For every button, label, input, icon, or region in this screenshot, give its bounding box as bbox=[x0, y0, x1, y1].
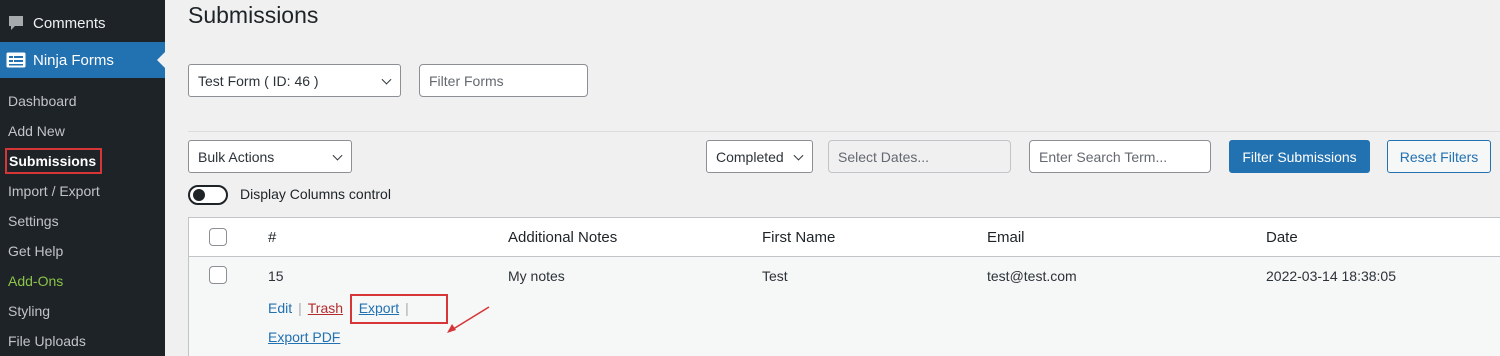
chevron-down-icon bbox=[793, 150, 804, 161]
filter-forms-placeholder: Filter Forms bbox=[429, 72, 504, 89]
ninja-forms-icon bbox=[5, 50, 27, 70]
column-header-id[interactable]: # bbox=[268, 229, 276, 246]
submenu-label: Styling bbox=[8, 303, 51, 319]
submenu-label: Add New bbox=[8, 123, 65, 139]
main-content: Submissions Test Form ( ID: 46 ) Filter … bbox=[165, 0, 1500, 356]
submenu-item-dashboard[interactable]: Dashboard bbox=[0, 86, 165, 116]
separator: | bbox=[298, 300, 302, 316]
column-header-date[interactable]: Date bbox=[1266, 229, 1298, 246]
chevron-down-icon bbox=[332, 150, 343, 161]
submenu-item-file-uploads[interactable]: File Uploads bbox=[0, 326, 165, 356]
cell-email: test@test.com bbox=[987, 268, 1077, 284]
submenu-label: Dashboard bbox=[8, 93, 77, 109]
select-all-checkbox[interactable] bbox=[209, 228, 227, 246]
sidebar-item-label: Comments bbox=[33, 14, 106, 32]
page-title: Submissions bbox=[188, 2, 319, 28]
submenu-label: File Uploads bbox=[8, 333, 86, 349]
sidebar-item-comments[interactable]: Comments bbox=[0, 6, 165, 40]
submenu-item-get-help[interactable]: Get Help bbox=[0, 236, 165, 266]
cell-notes: My notes bbox=[508, 268, 565, 284]
submenu-item-styling[interactable]: Styling bbox=[0, 296, 165, 326]
column-header-first-name[interactable]: First Name bbox=[762, 229, 835, 246]
display-columns-toggle[interactable] bbox=[188, 185, 228, 205]
submenu-item-settings[interactable]: Settings bbox=[0, 206, 165, 236]
form-select-value: Test Form ( ID: 46 ) bbox=[198, 72, 319, 89]
submenu-item-submissions[interactable]: Submissions bbox=[0, 146, 165, 176]
cell-first-name: Test bbox=[762, 268, 788, 284]
admin-sidebar: Comments Ninja Forms Dashboard Add New S… bbox=[0, 0, 165, 356]
toggle-knob bbox=[193, 189, 205, 201]
sidebar-item-label: Ninja Forms bbox=[33, 51, 114, 69]
submenu-item-add-new[interactable]: Add New bbox=[0, 116, 165, 146]
export-pdf-link[interactable]: Export PDF bbox=[268, 329, 340, 345]
table-row: 15 My notes Test test@test.com 2022-03-1… bbox=[189, 257, 1500, 356]
table-header: # Additional Notes First Name Email Date bbox=[189, 218, 1500, 257]
cell-id: 15 bbox=[268, 268, 284, 284]
export-highlight-box bbox=[350, 294, 448, 324]
comment-icon bbox=[5, 13, 27, 33]
submissions-table: # Additional Notes First Name Email Date… bbox=[188, 217, 1500, 356]
trash-link[interactable]: Trash bbox=[308, 300, 343, 316]
submenu-label: Settings bbox=[8, 213, 59, 229]
form-select[interactable]: Test Form ( ID: 46 ) bbox=[188, 64, 401, 97]
status-select[interactable]: Completed bbox=[706, 140, 813, 173]
search-input[interactable]: Enter Search Term... bbox=[1029, 140, 1211, 173]
date-range-placeholder: Select Dates... bbox=[838, 148, 930, 165]
submenu-item-import-export[interactable]: Import / Export bbox=[0, 176, 165, 206]
filter-submissions-button[interactable]: Filter Submissions bbox=[1229, 140, 1370, 173]
ninja-forms-submenu: Dashboard Add New Submissions Import / E… bbox=[0, 86, 165, 356]
annotation-arrow-icon bbox=[447, 306, 490, 333]
status-select-value: Completed bbox=[716, 148, 784, 165]
submenu-item-add-ons[interactable]: Add-Ons bbox=[0, 266, 165, 296]
submenu-label: Add-Ons bbox=[8, 273, 64, 289]
column-header-email[interactable]: Email bbox=[987, 229, 1025, 246]
submenu-label: Import / Export bbox=[8, 183, 100, 199]
filter-forms-input[interactable]: Filter Forms bbox=[419, 64, 588, 97]
submenu-label: Submissions bbox=[5, 148, 103, 174]
cell-date: 2022-03-14 18:38:05 bbox=[1266, 268, 1396, 284]
edit-link[interactable]: Edit bbox=[268, 300, 292, 316]
sidebar-item-ninja-forms[interactable]: Ninja Forms bbox=[0, 42, 165, 78]
submenu-label: Get Help bbox=[8, 243, 64, 259]
reset-filters-button[interactable]: Reset Filters bbox=[1387, 140, 1491, 173]
row-checkbox[interactable] bbox=[209, 266, 227, 284]
section-divider bbox=[188, 131, 1500, 132]
bulk-actions-select[interactable]: Bulk Actions bbox=[188, 140, 352, 173]
display-columns-label: Display Columns control bbox=[240, 186, 391, 202]
current-menu-arrow bbox=[157, 52, 165, 68]
bulk-actions-value: Bulk Actions bbox=[198, 148, 275, 165]
date-range-input[interactable]: Select Dates... bbox=[828, 140, 1011, 173]
search-placeholder: Enter Search Term... bbox=[1039, 148, 1168, 165]
chevron-down-icon bbox=[381, 74, 392, 85]
column-header-notes[interactable]: Additional Notes bbox=[508, 229, 617, 246]
